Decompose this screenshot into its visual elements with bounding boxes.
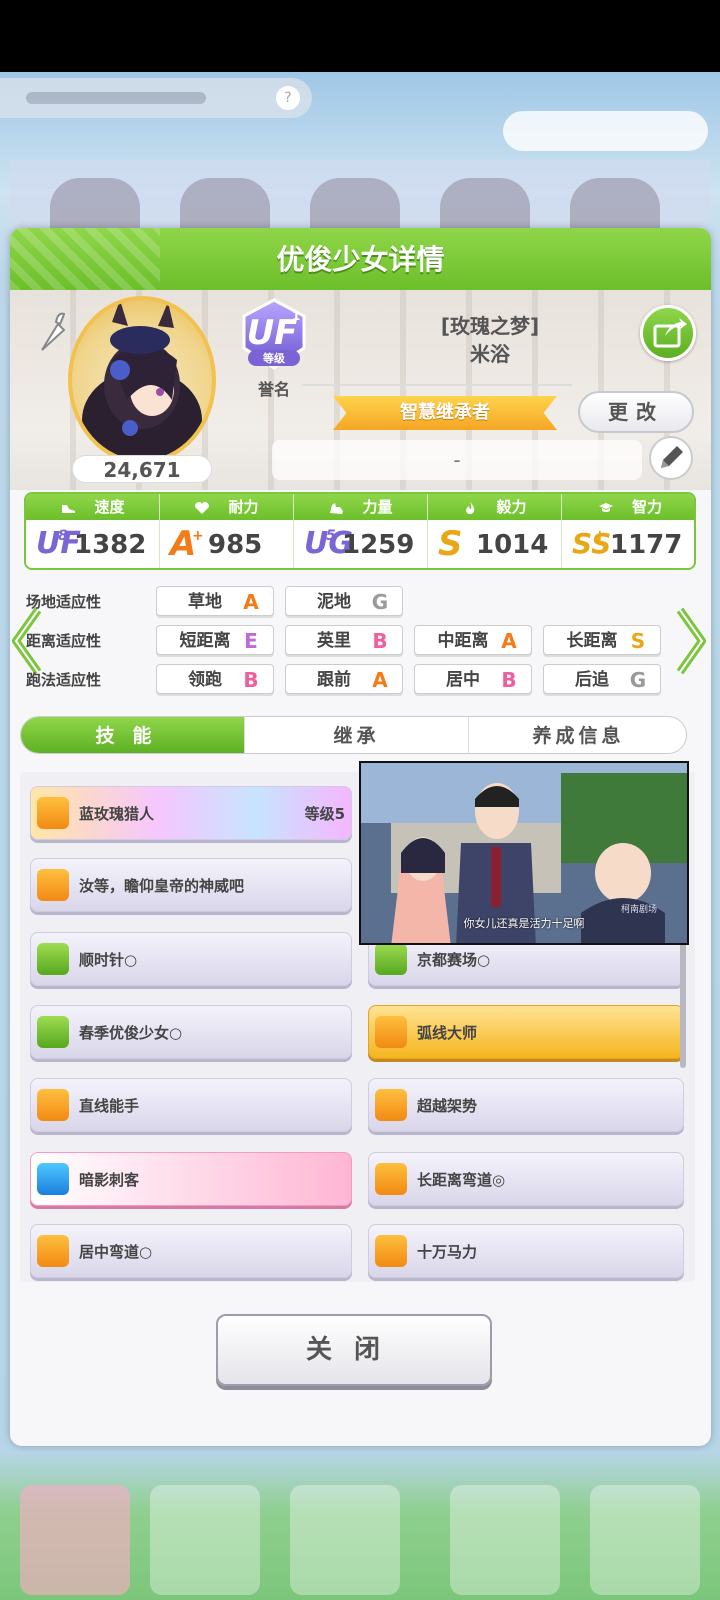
panel-header: 优俊少女详情 [10,228,711,290]
stat-label: 力量 [362,498,393,516]
character-portrait[interactable] [68,296,216,464]
background-bottom-nav [0,1445,720,1600]
share-button[interactable] [640,305,696,361]
running-skill-icon [375,1089,407,1121]
help-icon: ? [276,86,300,110]
skill-item[interactable]: 春季优俊少女○ [30,1005,352,1059]
background-mission-bar: ? [0,78,312,118]
profile-section: 24,671 UF 1 等级 誉名 [玫瑰之梦] 米浴 智慧继承者 更改 - [10,290,711,490]
title-ribbon: 智慧继承者 [333,396,557,430]
video-caption: 你女儿还真是活力十足啊 [463,917,585,930]
aptitude-cell: 短距离 E [156,625,274,655]
stat-value: 1259 [342,530,415,560]
share-icon [653,318,687,348]
skill-item[interactable]: 汝等，瞻仰皇帝的神威吧 [30,858,352,912]
rank-badge-sub: 1 [292,309,300,323]
background-character-strip [10,160,710,230]
stat-label: 速度 [94,498,125,516]
pencil-icon [661,446,683,468]
rank-badge-text: UF [247,313,298,353]
aptitude-cell: 领跑 B [156,664,274,694]
heart-skill-icon [375,943,407,975]
skill-item[interactable]: 居中弯道○ [30,1224,352,1278]
stat-value: 1014 [476,530,549,560]
aptitude-cell: 中距离 A [414,625,532,655]
skill-item[interactable]: 超越架势 [368,1078,684,1132]
rank-badge-small-label: 等级 [262,351,286,365]
aptitude-cell: 跟前 A [285,664,403,694]
skill-item[interactable]: 蓝玫瑰猎人 等级5 [30,786,352,840]
flame-icon [466,501,475,514]
aptitude-cell: 草地 A [156,586,274,616]
edit-comment-button[interactable] [649,436,693,480]
aptitude-cell: 长距离 S [543,625,661,655]
aptitude-cell: 泥地 G [285,586,403,616]
detail-tabs: 技能 继承 养成信息 [20,716,687,754]
profile-comment: - [272,440,642,480]
character-name: 米浴 [470,342,510,366]
stat-stamina: 耐力 A + 985 [160,494,294,568]
running-skill-icon [37,797,69,829]
stat-wisdom: 智力 SS + 1177 [562,494,694,568]
stats-table: 速度 UF 8 1382 耐力 A + 985 力量 UG 5 1259 毅力 S 1… [24,492,696,570]
aptitude-cell: 后追 G [543,664,661,694]
skill-level: 等级5 [304,805,345,823]
stat-label: 毅力 [496,498,527,516]
stat-value: 1177 [610,530,683,560]
divider [302,384,572,386]
stat-power: 力量 UG 5 1259 [294,494,428,568]
aptitude-cell: 英里 B [285,625,403,655]
sparkle-skill-icon [37,1163,69,1195]
graduation-cap-icon [598,502,613,512]
panel-title: 优俊少女详情 [276,243,445,276]
character-epithet: [玫瑰之梦] [440,314,540,338]
skill-item[interactable]: 顺时针○ [30,932,352,986]
skill-item[interactable]: 暗影刺客 [30,1152,352,1206]
stat-label: 耐力 [228,498,259,516]
close-button[interactable]: 关闭 [216,1314,492,1386]
heart-icon [195,501,210,514]
aptitude-cell: 居中 B [414,664,532,694]
skill-item[interactable]: 长距离弯道◎ [368,1152,684,1206]
running-skill-icon [37,1235,69,1267]
fan-count: 24,671 [72,455,212,483]
background-button [503,111,708,151]
style-aptitude-label: 跑法适应性 [26,671,102,689]
running-skill-icon [375,1163,407,1195]
running-skill-icon [375,1235,407,1267]
chevron-right-icon[interactable] [674,606,708,676]
tab-training-info[interactable]: 养成信息 [469,717,686,753]
rank-badge-icon: UF 1 等级 [242,298,306,370]
shoe-icon [62,504,76,513]
stat-value: 1382 [74,530,147,560]
skill-item[interactable]: 直线能手 [30,1078,352,1132]
change-title-button[interactable]: 更改 [578,391,694,433]
stat-value: 985 [208,530,263,560]
skill-item[interactable]: 十万马力 [368,1224,684,1278]
running-skill-icon [37,1089,69,1121]
tab-skills[interactable]: 技能 [21,717,245,753]
floating-video-player[interactable]: 你女儿还真是活力十足啊 柯南剧场 [359,761,689,945]
distance-aptitude-label: 距离适应性 [26,632,102,650]
stat-guts: 毅力 S 1014 [428,494,562,568]
running-skill-icon [37,869,69,901]
video-tag: 柯南剧场 [620,905,657,915]
course-skill-icon [37,943,69,975]
stat-label: 智力 [631,498,662,516]
skill-item[interactable]: 弧线大师 [368,1005,684,1059]
course-skill-icon [37,1016,69,1048]
muscle-icon [330,502,344,514]
running-skill-icon [375,1016,407,1048]
stat-speed: 速度 UF 8 1382 [26,494,160,568]
rank-label: 誉名 [257,380,290,399]
carrot-icon [41,312,66,351]
tab-inheritance[interactable]: 继承 [245,717,469,753]
track-aptitude-label: 场地适应性 [26,593,102,611]
